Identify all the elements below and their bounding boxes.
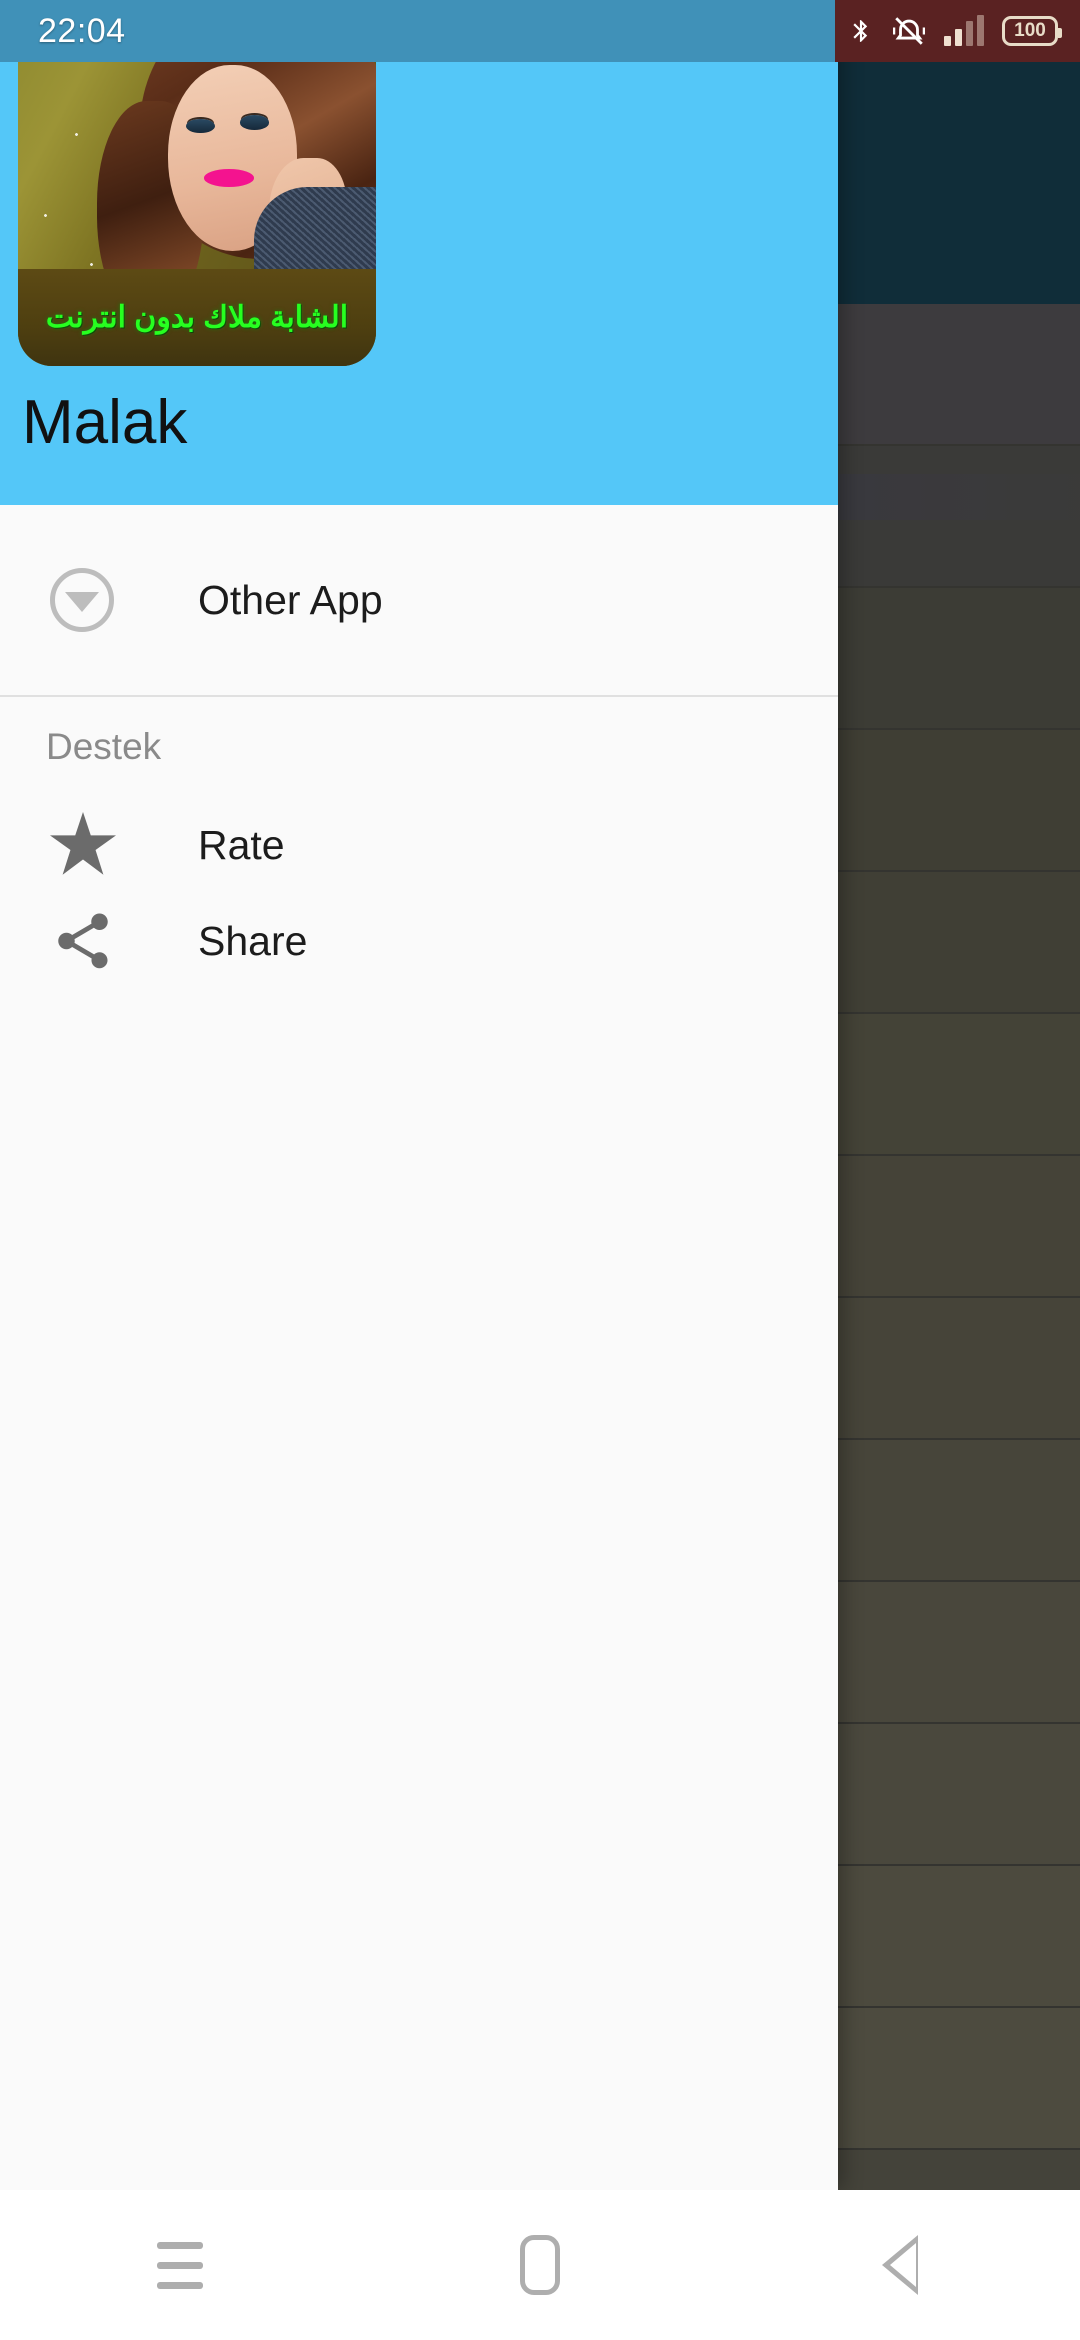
app-icon-caption-banner: الشابة ملاك بدون انترنت: [18, 269, 376, 366]
home-square-icon: [520, 2235, 560, 2295]
battery-level: 100: [1002, 16, 1062, 46]
drawer-item-label: Share: [198, 917, 308, 964]
nav-home-button[interactable]: [440, 2190, 640, 2340]
drawer-header: الشابة ملاك بدون انترنت Malak: [0, 0, 838, 505]
app-title: Malak: [22, 388, 188, 457]
drawer-item-share[interactable]: Share: [0, 893, 838, 989]
share-icon: [50, 908, 136, 974]
android-navigation-bar: [0, 2190, 1080, 2340]
status-bar-clock: 22:04: [38, 11, 126, 50]
status-bar-icons: 100: [848, 0, 1062, 62]
status-bar: 22:04 100: [0, 0, 1080, 62]
back-triangle-icon: [882, 2235, 918, 2295]
star-icon: [50, 812, 136, 878]
drawer-item-other-app[interactable]: Other App: [0, 505, 838, 695]
vibrate-mute-icon: [892, 14, 926, 48]
app-icon-caption: الشابة ملاك بدون انترنت: [45, 301, 349, 335]
drawer-item-label: Other App: [198, 576, 383, 623]
bluetooth-icon: [848, 13, 874, 49]
nav-back-button[interactable]: [800, 2190, 1000, 2340]
battery-icon: 100: [1002, 16, 1062, 46]
drawer-item-label: Rate: [198, 821, 285, 868]
nav-recents-button[interactable]: [80, 2190, 280, 2340]
phone-screen: الشابة ملاك بدون انترنت Malak Other App …: [0, 0, 1080, 2340]
signal-bars-icon: [944, 15, 984, 46]
download-circle-icon: [50, 568, 136, 632]
hamburger-icon: [157, 2241, 203, 2289]
drawer-section-title: Destek: [46, 726, 162, 767]
navigation-drawer: الشابة ملاك بدون انترنت Malak Other App …: [0, 0, 838, 2190]
drawer-item-rate[interactable]: Rate: [0, 797, 838, 893]
